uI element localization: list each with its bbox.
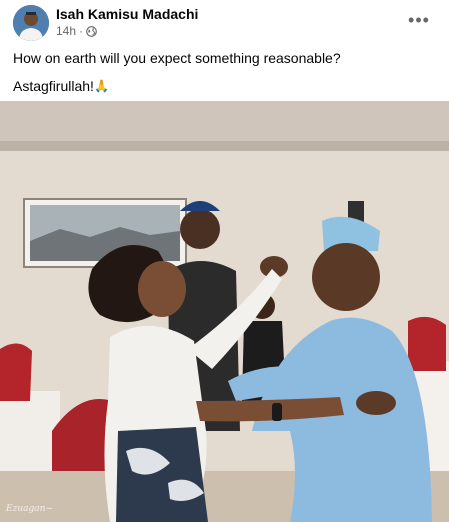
globe-icon xyxy=(86,25,97,37)
more-options-button[interactable]: ••• xyxy=(405,10,433,30)
post-photo[interactable]: Ezuagan~ xyxy=(0,101,449,522)
post-text-line-content: Astagfirullah! xyxy=(13,78,94,94)
meta-separator: · xyxy=(79,24,84,38)
folded-hands-emoji: 🙏 xyxy=(93,79,109,93)
post-timestamp[interactable]: 14h xyxy=(56,24,76,38)
post-text-line: Astagfirullah!🙏 xyxy=(13,76,433,96)
photo-illustration xyxy=(0,101,449,522)
author-avatar[interactable] xyxy=(13,5,49,41)
post-header: Isah Kamisu Madachi 14h · ••• xyxy=(0,0,449,46)
facebook-post: Isah Kamisu Madachi 14h · ••• How on ear… xyxy=(0,0,449,522)
more-horizontal-icon: ••• xyxy=(408,10,430,30)
post-text-line: How on earth will you expect something r… xyxy=(13,50,341,66)
photo-watermark: Ezuagan~ xyxy=(6,504,53,514)
post-meta: 14h · xyxy=(56,24,97,38)
author-name[interactable]: Isah Kamisu Madachi xyxy=(56,6,198,22)
post-text: How on earth will you expect something r… xyxy=(13,48,433,104)
